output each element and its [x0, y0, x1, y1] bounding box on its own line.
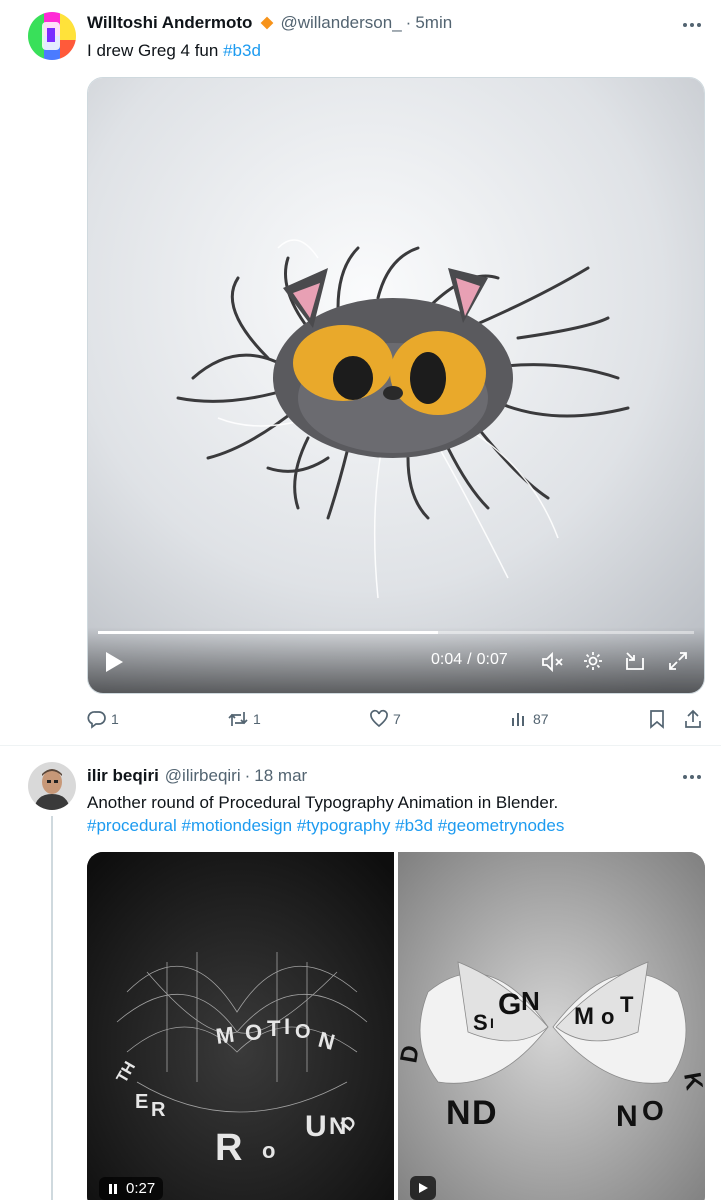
- avatar[interactable]: [28, 12, 76, 60]
- video-controls: 0:04 / 0:07: [88, 627, 704, 693]
- reply-count: 1: [111, 711, 119, 727]
- art-glyph: o: [262, 1138, 275, 1163]
- hashtag-link[interactable]: #procedural: [87, 816, 177, 835]
- video-time: 0:27: [126, 1180, 156, 1197]
- more-icon[interactable]: [681, 766, 703, 788]
- views-icon: [512, 713, 524, 726]
- fullscreen-icon[interactable]: [667, 650, 689, 677]
- hashtag-link[interactable]: #b3d: [395, 816, 433, 835]
- video-progress-fill: [98, 631, 438, 634]
- art-glyph: N: [616, 1100, 638, 1133]
- tweet-2[interactable]: ilir beqiri @ilirbeqiri · 18 mar Another…: [0, 746, 721, 1200]
- tweet-text-body: I drew Greg 4 fun: [87, 41, 219, 60]
- art-glyph: E: [135, 1091, 148, 1113]
- art-glyph: O: [245, 1020, 262, 1045]
- current-time: 0:04: [431, 651, 463, 668]
- like-count: 7: [393, 711, 401, 727]
- like-icon: [370, 709, 388, 728]
- art-glyph: N: [446, 1094, 471, 1132]
- video-progress-bar[interactable]: [98, 631, 694, 634]
- hashtag-link[interactable]: #motiondesign: [182, 816, 293, 835]
- time-separator: /: [467, 651, 472, 668]
- avatar[interactable]: [28, 762, 76, 810]
- video-right-frame: S I G N M o T D N D N O K: [398, 852, 705, 1200]
- repost-button[interactable]: 1: [227, 709, 261, 729]
- tweet-text: I drew Greg 4 fun #b3d: [87, 39, 261, 62]
- hashtag-link[interactable]: #typography: [297, 816, 391, 835]
- hashtag-row: #procedural #motiondesign #typography #b…: [87, 814, 697, 837]
- video-right[interactable]: S I G N M o T D N D N O K: [398, 852, 705, 1200]
- play-icon[interactable]: [104, 651, 124, 678]
- pause-icon[interactable]: [107, 1183, 119, 1195]
- tweet-text-body: Another round of Procedural Typography A…: [87, 793, 559, 812]
- repost-icon: [228, 712, 248, 726]
- more-icon[interactable]: [681, 14, 703, 36]
- reply-button[interactable]: 1: [87, 709, 119, 729]
- art-glyph: O: [295, 1021, 311, 1043]
- share-icon[interactable]: [683, 709, 703, 729]
- separator: ·: [405, 13, 412, 32]
- art-glyph: I: [490, 1015, 494, 1031]
- art-glyph: G: [498, 988, 521, 1021]
- views-button[interactable]: 87: [509, 709, 549, 729]
- media-grid: M O T I O N TH E R R o U N D 0:27 S I G …: [87, 852, 705, 1200]
- duration: 0:07: [476, 651, 508, 668]
- art-glyph: T: [267, 1016, 281, 1041]
- video-player[interactable]: 0:04 / 0:07: [87, 77, 705, 694]
- author-handle[interactable]: @willanderson_: [280, 13, 401, 33]
- tweet-actions: 1 1 7 87: [87, 709, 705, 735]
- art-glyph: U: [305, 1110, 327, 1143]
- hashtag-link[interactable]: #geometrynodes: [438, 816, 565, 835]
- play-icon[interactable]: [410, 1176, 436, 1200]
- video-left[interactable]: M O T I O N TH E R R o U N D 0:27: [87, 852, 394, 1200]
- video-time: 0:04 / 0:07: [431, 651, 508, 669]
- timestamp[interactable]: 18 mar: [254, 766, 307, 786]
- art-glyph: O: [642, 1095, 664, 1126]
- video-time-badge: 0:27: [99, 1177, 164, 1200]
- settings-icon[interactable]: [582, 650, 604, 677]
- video-left-frame: M O T I O N TH E R R o U N D: [87, 852, 394, 1200]
- author-handle[interactable]: @ilirbeqiri: [165, 766, 241, 786]
- art-glyph: N: [521, 986, 540, 1016]
- art-glyph: I: [284, 1014, 290, 1039]
- like-button[interactable]: 7: [369, 709, 401, 729]
- thread-line: [51, 816, 53, 1200]
- separator: ·: [244, 766, 251, 785]
- mute-icon[interactable]: [540, 651, 564, 678]
- tweet-text: Another round of Procedural Typography A…: [87, 791, 697, 837]
- repost-count: 1: [253, 711, 261, 727]
- video-frame: [88, 78, 704, 693]
- pip-icon[interactable]: [624, 650, 646, 677]
- art-glyph: R: [151, 1099, 166, 1121]
- author-name[interactable]: Willtoshi Andermoto: [87, 13, 252, 33]
- views-count: 87: [533, 711, 549, 727]
- verified-badge-icon: [260, 16, 274, 30]
- art-glyph: R: [215, 1127, 242, 1169]
- hashtag-link[interactable]: #b3d: [223, 41, 261, 60]
- tweet-1[interactable]: Willtoshi Andermoto @willanderson_ · 5mi…: [0, 0, 721, 745]
- reply-icon: [87, 711, 106, 729]
- art-glyph: M: [574, 1003, 594, 1030]
- bookmark-icon[interactable]: [647, 709, 667, 729]
- art-glyph: S: [473, 1010, 488, 1035]
- art-glyph: o: [601, 1004, 614, 1029]
- art-glyph: T: [620, 992, 634, 1017]
- art-glyph: M: [214, 1022, 236, 1049]
- art-glyph: D: [472, 1094, 497, 1132]
- author-name[interactable]: ilir beqiri: [87, 766, 159, 786]
- timestamp[interactable]: 5min: [415, 13, 452, 33]
